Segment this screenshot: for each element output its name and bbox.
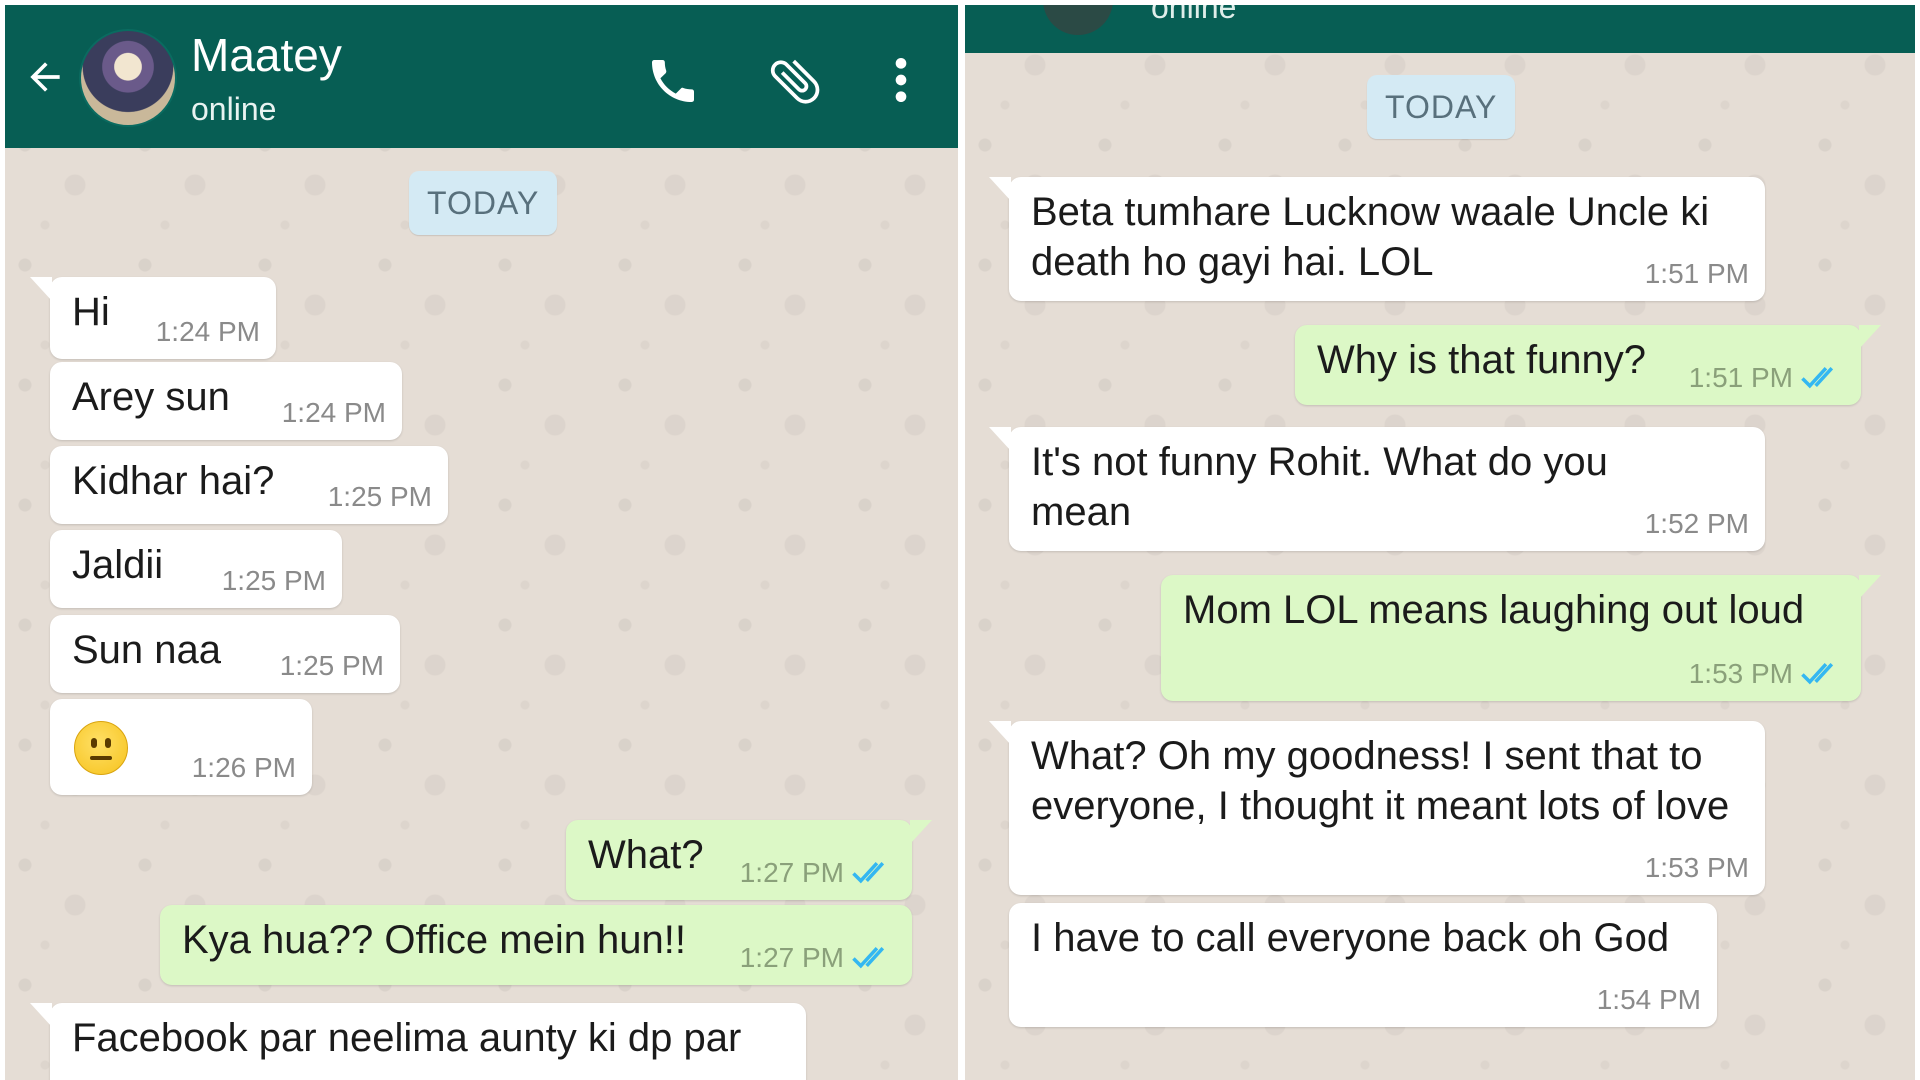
message-incoming[interactable]: Hi 1:24 PM [30, 277, 276, 359]
message-incoming[interactable]: Arey sun 1:24 PM [50, 362, 402, 440]
message-time: 1:53 PM [1644, 852, 1749, 883]
message-time: 1:27 PM [739, 942, 844, 973]
message-incoming[interactable]: 1:26 PM [50, 699, 312, 795]
message-time: 1:24 PM [155, 316, 260, 347]
message-text: Mom LOL means laughing out loud [1183, 588, 1805, 632]
message-incoming[interactable]: What? Oh my goodness! I sent that to eve… [989, 721, 1765, 895]
message-incoming[interactable]: Kidhar hai? 1:25 PM [50, 446, 448, 524]
date-divider: TODAY [409, 171, 558, 235]
message-text: Why is that funny? [1317, 338, 1647, 382]
message-text: Sun naa [72, 628, 222, 672]
double-check-icon [1801, 663, 1834, 685]
message-time: 1:25 PM [279, 650, 384, 681]
neutral-face-emoji [74, 721, 128, 775]
message-text: Kya hua?? Office mein hun!! [182, 918, 687, 962]
chat-panel-right: online TODAY Beta tumhare Lucknow waale … [965, 5, 1915, 1080]
chat-panel-left: Maatey online TODAY Hi 1:24 PM Arey sun … [5, 5, 958, 1080]
message-time: 1:53 PM [1688, 658, 1793, 689]
message-time: 1:51 PM [1644, 258, 1749, 289]
message-incoming[interactable]: It's not funny Rohit. What do you mean 1… [989, 427, 1765, 551]
contact-status: online [191, 91, 277, 127]
message-time: 1:27 PM [739, 857, 844, 888]
contact-status: online [1151, 5, 1237, 25]
message-time: 1:25 PM [221, 565, 326, 596]
message-time: 1:52 PM [1644, 508, 1749, 539]
message-incoming[interactable]: Sun naa 1:25 PM [50, 615, 400, 693]
message-text: It's not funny Rohit. What do you mean [1031, 440, 1608, 534]
message-text: Hi [72, 290, 110, 334]
message-outgoing[interactable]: Mom LOL means laughing out loud 1:53 PM [1161, 575, 1881, 701]
avatar[interactable] [1043, 5, 1113, 35]
message-text: Facebook par neelima aunty ki dp par [72, 1016, 742, 1060]
more-vert-icon[interactable] [889, 55, 913, 105]
message-text: What? Oh my goodness! I sent that to eve… [1031, 734, 1730, 828]
message-incoming[interactable]: I have to call everyone back oh God 1:54… [1009, 903, 1717, 1027]
message-text: What? [588, 833, 704, 877]
double-check-icon [1801, 367, 1834, 389]
message-text: Arey sun [72, 375, 230, 419]
chat-header: Maatey online [5, 5, 958, 148]
message-outgoing[interactable]: What? 1:27 PM [566, 820, 932, 900]
message-incoming[interactable]: Beta tumhare Lucknow waale Uncle ki deat… [989, 177, 1765, 301]
message-text: Kidhar hai? [72, 459, 275, 503]
chat-header: online [965, 5, 1915, 53]
date-divider: TODAY [1367, 75, 1516, 139]
message-time: 1:54 PM [1596, 984, 1701, 1015]
message-outgoing[interactable]: Why is that funny? 1:51 PM [1295, 325, 1881, 405]
message-time: 1:51 PM [1688, 362, 1793, 393]
contact-name[interactable]: Maatey [191, 27, 342, 83]
message-time: 1:24 PM [281, 397, 386, 428]
message-outgoing[interactable]: Kya hua?? Office mein hun!! 1:27 PM [160, 905, 912, 985]
message-text: I have to call everyone back oh God [1031, 916, 1670, 960]
message-incoming[interactable]: Jaldii 1:25 PM [50, 530, 342, 608]
phone-icon[interactable] [645, 53, 701, 109]
back-arrow-icon[interactable] [23, 55, 67, 99]
message-incoming[interactable]: Facebook par neelima aunty ki dp par [30, 1003, 806, 1080]
message-time: 1:25 PM [327, 481, 432, 512]
double-check-icon [852, 947, 885, 969]
paperclip-icon[interactable] [765, 51, 825, 111]
message-time: 1:26 PM [191, 752, 296, 783]
avatar[interactable] [79, 29, 177, 127]
message-text: Beta tumhare Lucknow waale Uncle ki deat… [1031, 190, 1710, 284]
double-check-icon [852, 862, 885, 884]
message-text: Jaldii [72, 543, 164, 587]
